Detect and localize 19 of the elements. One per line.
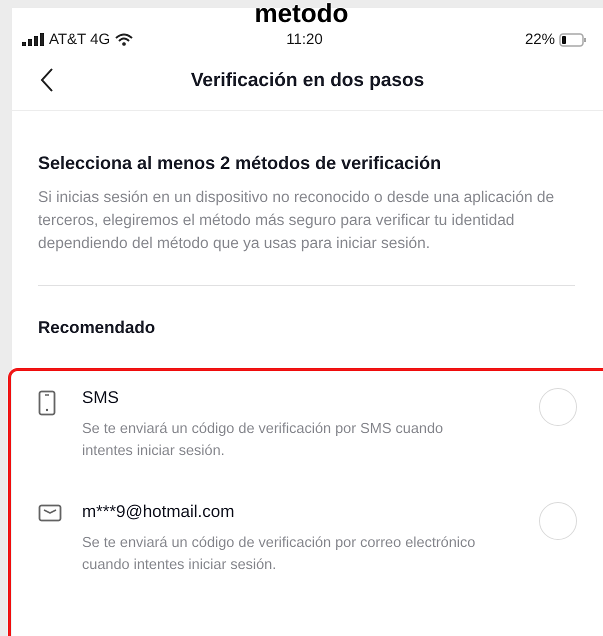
phone-icon [38, 390, 56, 416]
time-text: 11:20 [286, 31, 323, 48]
method-title: m***9@hotmail.com [82, 502, 236, 522]
wifi-icon [115, 33, 134, 46]
envelope-icon [38, 504, 62, 522]
radio-button[interactable] [539, 388, 577, 426]
page-title: Verificación en dos pasos [190, 70, 426, 92]
method-description: Se te enviará un código de verificación por correo electrónico cuando intentes iniciar sesión. [82, 534, 476, 575]
description-text: Si inicias sesión en un dispositivo no reconocido o desde una aplicación de terceros, elegiremos el método más seguro para verificar tu identidad dependiendo del método que ya usas para iniciar sesión. [38, 188, 556, 254]
section-heading: Selecciona al menos 2 métodos de verificación [38, 153, 442, 174]
battery-percent: 22% [524, 31, 555, 48]
battery-icon [558, 32, 587, 46]
carrier-text: AT&T 4G [49, 31, 110, 48]
section-label: Recomendado [38, 318, 156, 338]
method-title: SMS [82, 388, 120, 408]
caption-text: metodo [254, 0, 348, 26]
method-description: Se te enviará un código de verificación por SMS cuando intentes iniciar sesión. [82, 420, 444, 461]
signal-icon [22, 33, 44, 46]
radio-button[interactable] [539, 502, 577, 540]
